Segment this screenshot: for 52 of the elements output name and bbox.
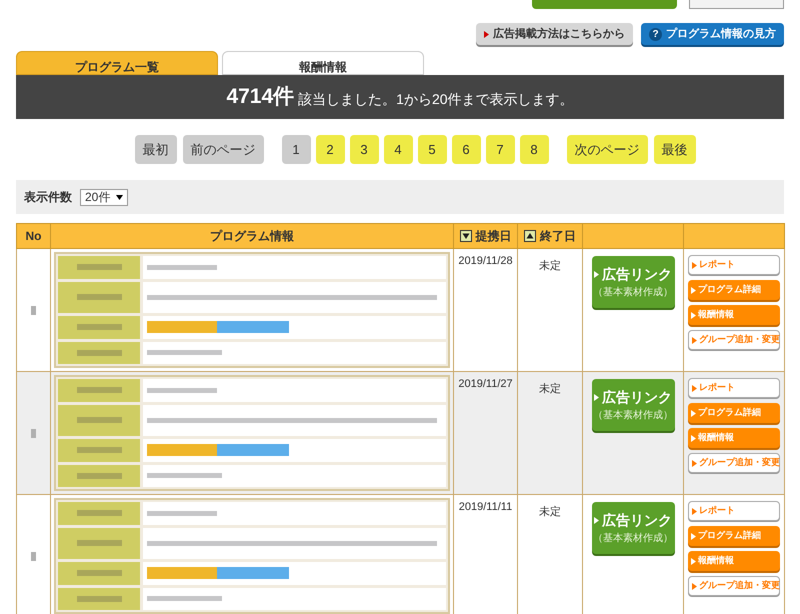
tab[interactable]: プログラム一覧 <box>16 51 218 75</box>
end-date: 未定 <box>539 260 561 272</box>
triangle-icon <box>691 286 696 294</box>
page-number-button[interactable]: 6 <box>452 135 480 164</box>
triangle-icon <box>594 517 599 524</box>
blurred-number <box>31 306 36 314</box>
triangle-icon <box>691 558 696 564</box>
page-nav-button[interactable]: 最後 <box>654 135 696 164</box>
per-page-select[interactable]: 20件 <box>80 188 128 206</box>
dropdown-arrow-icon <box>116 194 123 200</box>
per-page-label: 表示件数 <box>24 189 72 206</box>
blurred-number <box>31 428 36 438</box>
triangle-icon <box>691 410 696 416</box>
triangle-icon <box>692 582 697 590</box>
page-number-button[interactable]: 3 <box>350 135 378 164</box>
history-button[interactable] <box>689 0 784 9</box>
page-number-button[interactable]: 4 <box>384 135 412 164</box>
partner-date: 2019/11/27 <box>457 377 514 392</box>
column-header: No <box>16 224 50 248</box>
column-header: プログラム情報 <box>50 224 454 248</box>
sort-down-icon[interactable] <box>460 230 472 242</box>
tab[interactable]: 報酬情報 <box>222 51 424 75</box>
triangle-icon <box>594 394 599 401</box>
column-header: 終了日 <box>518 224 582 248</box>
triangle-icon <box>691 532 696 540</box>
sort-up-icon[interactable] <box>524 230 536 242</box>
partner-date: 2019/11/11 <box>458 500 514 515</box>
blurred-number <box>31 552 36 560</box>
page-number-button[interactable]: 8 <box>520 135 548 164</box>
arrow-icon <box>484 30 489 38</box>
end-date: 未定 <box>539 383 561 395</box>
page-nav-button[interactable]: 次のページ <box>566 135 648 164</box>
triangle-icon <box>692 262 697 268</box>
page-number-button[interactable]: 7 <box>486 135 514 164</box>
help-link-button[interactable]: ? プログラム情報の見方 <box>641 23 784 45</box>
partner-date: 2019/11/28 <box>457 254 514 269</box>
triangle-icon <box>692 336 697 344</box>
question-icon: ? <box>649 28 662 40</box>
result-message: 該当しました。1から20件まで表示します。 <box>298 90 574 108</box>
result-count: 4714件 <box>226 84 294 110</box>
ad-guide-button[interactable]: 広告掲載方法はこちらから <box>476 23 633 45</box>
triangle-icon <box>594 271 599 278</box>
triangle-icon <box>692 384 697 392</box>
triangle-icon <box>691 312 696 318</box>
page-number-button[interactable]: 2 <box>316 135 344 164</box>
column-header: 提携日 <box>454 224 518 248</box>
triangle-icon <box>692 460 697 466</box>
end-date: 未定 <box>539 506 561 518</box>
triangle-icon <box>692 508 697 514</box>
page-number-button[interactable]: 1 <box>282 135 310 164</box>
triangle-icon <box>691 434 696 442</box>
page-number-button[interactable]: 5 <box>418 135 446 164</box>
